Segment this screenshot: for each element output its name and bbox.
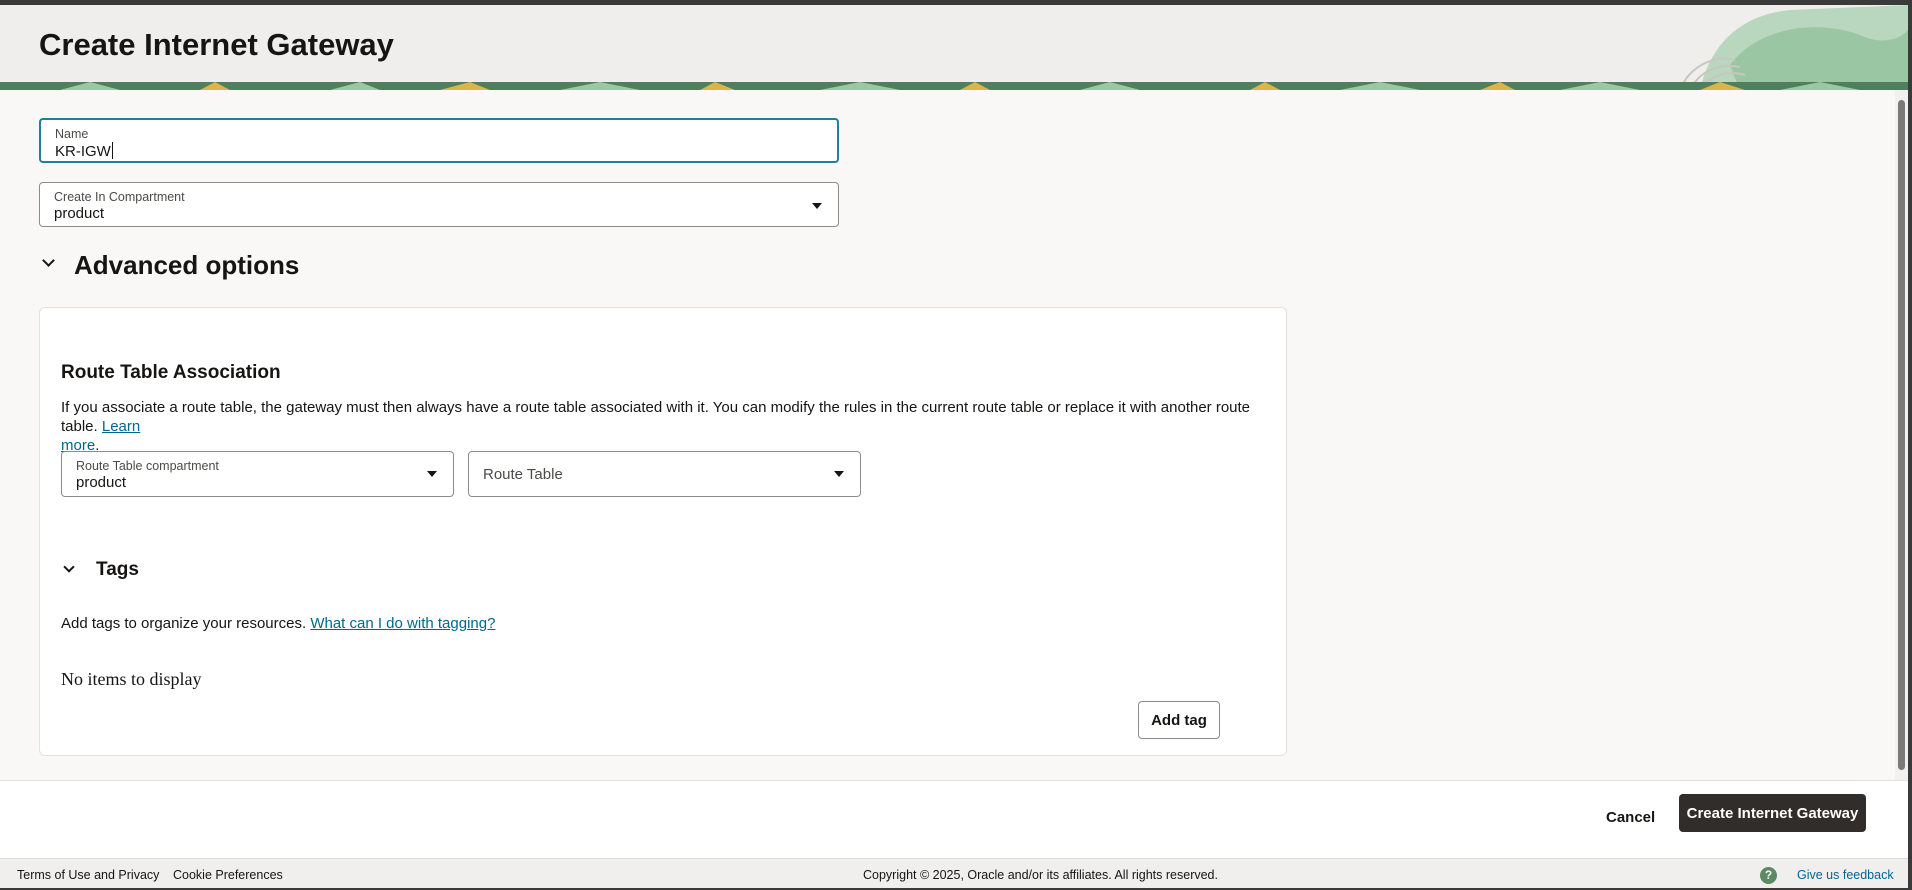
create-internet-gateway-button[interactable]: Create Internet Gateway	[1679, 794, 1866, 832]
help-icon[interactable]: ?	[1760, 867, 1777, 884]
name-label: Name	[55, 127, 89, 141]
route-table-select[interactable]: Route Table	[468, 451, 861, 497]
caret-down-icon	[834, 471, 844, 477]
action-bar: Cancel Create Internet Gateway	[0, 780, 1908, 858]
route-table-heading: Route Table Association	[61, 362, 281, 383]
tags-heading[interactable]: Tags	[96, 559, 139, 581]
route-table-compartment-select[interactable]: Route Table compartment product	[61, 451, 454, 497]
compartment-value: product	[54, 205, 105, 222]
advanced-options-panel: Route Table Association If you associate…	[39, 307, 1287, 756]
copyright-text: Copyright © 2025, Oracle and/or its affi…	[863, 868, 1218, 882]
footer: Terms of Use and Privacy Cookie Preferen…	[0, 858, 1908, 888]
name-input[interactable]: KR-IGW	[55, 142, 113, 160]
empty-tags-message: No items to display	[61, 669, 202, 689]
header-band	[0, 82, 1908, 90]
page-title: Create Internet Gateway	[39, 27, 394, 62]
scrollbar-thumb[interactable]	[1898, 100, 1905, 770]
compartment-select[interactable]: Create In Compartment product	[39, 182, 839, 227]
caret-down-icon	[812, 203, 822, 209]
add-tag-button[interactable]: Add tag	[1138, 701, 1220, 739]
cancel-button[interactable]: Cancel	[1606, 809, 1655, 826]
name-field[interactable]: Name KR-IGW	[39, 118, 839, 163]
chevron-down-icon[interactable]	[42, 254, 55, 267]
terms-link[interactable]: Terms of Use and Privacy	[17, 868, 159, 882]
chevron-down-icon[interactable]	[63, 561, 75, 573]
route-table-compartment-label: Route Table compartment	[76, 459, 219, 473]
tagging-help-link[interactable]: What can I do with tagging?	[310, 615, 495, 632]
cookie-preferences-link[interactable]: Cookie Preferences	[173, 868, 283, 882]
learn-more-link[interactable]: Learn	[102, 418, 140, 435]
tags-description: Add tags to organize your resources. Wha…	[61, 615, 496, 632]
app-frame: Create Internet Gateway Name KR-IGW Crea…	[0, 5, 1908, 888]
caret-down-icon	[427, 471, 437, 477]
route-table-placeholder: Route Table	[483, 466, 563, 483]
route-table-compartment-value: product	[76, 474, 127, 491]
route-table-description: If you associate a route table, the gate…	[61, 399, 1251, 454]
page-header: Create Internet Gateway	[0, 5, 1908, 90]
feedback-link[interactable]: Give us feedback	[1797, 868, 1894, 882]
advanced-options-heading[interactable]: Advanced options	[74, 250, 299, 281]
compartment-label: Create In Compartment	[54, 190, 185, 204]
